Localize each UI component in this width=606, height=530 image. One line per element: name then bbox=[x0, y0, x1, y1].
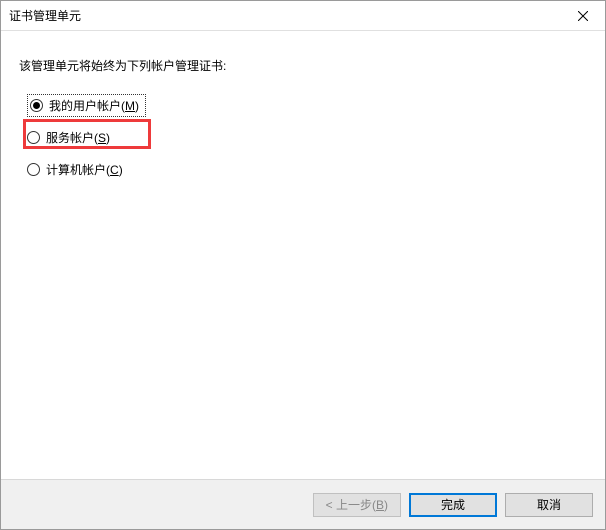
close-icon bbox=[578, 11, 588, 21]
dialog-footer: < 上一步(B) 完成 取消 bbox=[1, 479, 605, 529]
close-button[interactable] bbox=[560, 1, 605, 30]
dialog-body: 该管理单元将始终为下列帐户管理证书: 我的用户帐户(M) 服务帐户(S) bbox=[1, 31, 605, 479]
back-button: < 上一步(B) bbox=[313, 493, 401, 517]
radio-label: 计算机帐户(C) bbox=[46, 161, 123, 178]
window-title: 证书管理单元 bbox=[9, 7, 81, 24]
prompt-text: 该管理单元将始终为下列帐户管理证书: bbox=[19, 57, 591, 74]
radio-indicator bbox=[27, 131, 40, 144]
finish-button[interactable]: 完成 bbox=[409, 493, 497, 517]
radio-focus-rect: 我的用户帐户(M) bbox=[27, 94, 146, 117]
account-radio-group: 我的用户帐户(M) 服务帐户(S) 计算机帐户(C) bbox=[19, 94, 591, 180]
radio-indicator bbox=[30, 99, 43, 112]
titlebar: 证书管理单元 bbox=[1, 1, 605, 31]
radio-label: 服务帐户(S) bbox=[46, 129, 110, 146]
cancel-button[interactable]: 取消 bbox=[505, 493, 593, 517]
radio-computer-account[interactable]: 计算机帐户(C) bbox=[27, 158, 591, 180]
radio-service-account[interactable]: 服务帐户(S) bbox=[27, 126, 591, 148]
radio-label: 我的用户帐户(M) bbox=[49, 97, 139, 114]
radio-my-user-account[interactable]: 我的用户帐户(M) bbox=[27, 94, 591, 116]
radio-indicator bbox=[27, 163, 40, 176]
dialog-window: 证书管理单元 该管理单元将始终为下列帐户管理证书: 我的用户帐户(M) bbox=[0, 0, 606, 530]
